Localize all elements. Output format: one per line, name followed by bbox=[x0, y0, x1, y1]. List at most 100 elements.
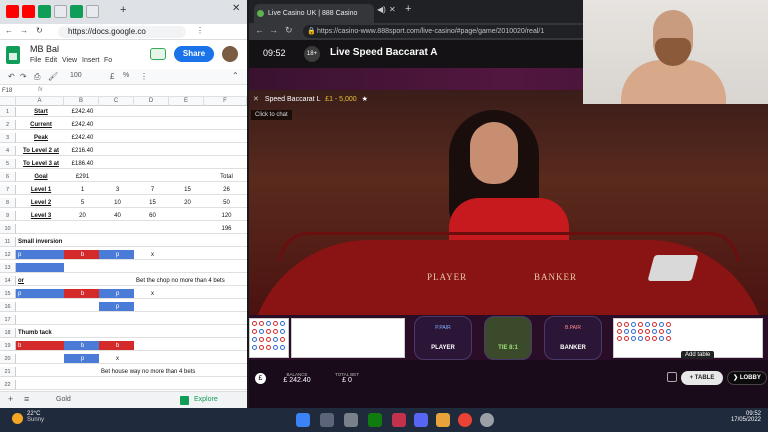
sheet-cell[interactable] bbox=[169, 237, 204, 247]
sheet-cell[interactable] bbox=[204, 289, 247, 299]
more-formats-icon[interactable]: ⋮ bbox=[140, 72, 148, 81]
sheet-cell[interactable]: Total bbox=[204, 172, 247, 182]
zoom-select[interactable]: 100 bbox=[70, 72, 82, 79]
row-header[interactable]: 15 bbox=[0, 289, 16, 299]
reload-icon[interactable]: ↻ bbox=[36, 26, 43, 35]
sheet-cell[interactable] bbox=[204, 354, 247, 364]
new-tab-icon[interactable]: + bbox=[405, 3, 411, 15]
sheet-cell[interactable] bbox=[99, 120, 134, 130]
sheet-cell[interactable] bbox=[204, 159, 247, 169]
row-header[interactable]: 22 bbox=[0, 380, 16, 390]
sheet-cell[interactable] bbox=[204, 120, 247, 130]
sheet-cell[interactable]: To Level 3 at bbox=[16, 159, 64, 169]
sheet-cell[interactable] bbox=[169, 224, 204, 234]
menu-insert[interactable]: Insert bbox=[82, 57, 100, 64]
sheet-cell[interactable] bbox=[169, 263, 204, 273]
sheet-cell[interactable] bbox=[204, 315, 247, 325]
redo-icon[interactable]: ↷ bbox=[20, 72, 27, 81]
name-box[interactable]: F18 bbox=[2, 88, 12, 94]
weather-widget[interactable]: 22°C Sunny bbox=[12, 411, 44, 424]
sheet-cell[interactable] bbox=[99, 380, 134, 390]
task-view-icon[interactable] bbox=[344, 413, 358, 427]
sheet-cell[interactable] bbox=[64, 237, 99, 247]
sheet-cell[interactable]: p bbox=[64, 354, 99, 364]
sheet-cell[interactable] bbox=[64, 367, 99, 377]
sheet-cell[interactable]: p bbox=[99, 289, 134, 299]
sheet-cell[interactable]: 196 bbox=[204, 224, 247, 234]
print-icon[interactable]: ⎙ bbox=[34, 72, 40, 82]
all-sheets-icon[interactable]: ≡ bbox=[24, 394, 29, 404]
sheet-cell[interactable] bbox=[204, 250, 247, 260]
reload-icon[interactable]: ↻ bbox=[285, 25, 293, 36]
sheet-cell[interactable]: b bbox=[64, 250, 99, 260]
row-header[interactable]: 5 bbox=[0, 159, 16, 169]
sheet-cell[interactable] bbox=[99, 146, 134, 156]
right-url-field[interactable]: 🔒 https://casino-www.888sport.com/live-c… bbox=[303, 25, 623, 38]
sheet-cell[interactable]: £242.40 bbox=[64, 133, 99, 143]
sheet-cell[interactable]: p bbox=[99, 302, 134, 312]
row-header[interactable]: 17 bbox=[0, 315, 16, 325]
row-header[interactable]: 1 bbox=[0, 107, 16, 117]
sheet-cell[interactable] bbox=[169, 302, 204, 312]
sheet-cell[interactable]: 1 bbox=[64, 185, 99, 195]
sheet-cell[interactable] bbox=[134, 107, 169, 117]
avatar[interactable] bbox=[222, 46, 238, 62]
sheet-cell[interactable] bbox=[99, 315, 134, 325]
sheet-cell[interactable] bbox=[169, 133, 204, 143]
column-header[interactable]: A bbox=[16, 97, 64, 106]
sheets-tab-icon[interactable] bbox=[38, 5, 51, 18]
sheet-cell[interactable] bbox=[99, 263, 134, 273]
close-tab-icon[interactable] bbox=[54, 5, 67, 18]
sheet-cell[interactable] bbox=[64, 380, 99, 390]
xbox-icon[interactable] bbox=[368, 413, 382, 427]
sheet-cell[interactable]: Bet house way no more than 4 bets bbox=[99, 367, 195, 377]
sheet-cell[interactable]: b bbox=[16, 341, 64, 351]
sheet-cell[interactable] bbox=[99, 276, 134, 286]
row-header[interactable]: 2 bbox=[0, 120, 16, 130]
explore-button[interactable]: Explore bbox=[194, 396, 218, 403]
row-header[interactable]: 4 bbox=[0, 146, 16, 156]
menu-file[interactable]: File bbox=[30, 57, 41, 64]
document-title[interactable]: MB Bal bbox=[30, 44, 59, 54]
sheet-cell[interactable]: £186.40 bbox=[64, 159, 99, 169]
sheet-cell[interactable] bbox=[16, 380, 64, 390]
sheet-cell[interactable] bbox=[134, 315, 169, 325]
row-header[interactable]: 13 bbox=[0, 263, 16, 273]
forward-icon[interactable]: → bbox=[20, 26, 28, 35]
sheet-cell[interactable] bbox=[204, 263, 247, 273]
casino-tab[interactable]: Live Casino UK | 888 Casino bbox=[254, 4, 374, 23]
column-header[interactable]: B bbox=[64, 97, 99, 106]
sheet-cell[interactable] bbox=[169, 354, 204, 364]
sheet-cell[interactable] bbox=[169, 120, 204, 130]
share-button[interactable]: Share bbox=[174, 46, 214, 62]
sheet-cell[interactable] bbox=[169, 341, 204, 351]
search-icon[interactable] bbox=[320, 413, 334, 427]
row-header[interactable]: 7 bbox=[0, 185, 16, 195]
forward-icon[interactable]: → bbox=[269, 25, 278, 35]
left-url-field[interactable]: https://docs.google.co bbox=[58, 26, 186, 38]
extensions-icon[interactable]: ⋮ bbox=[196, 26, 204, 35]
column-header[interactable]: F bbox=[204, 97, 247, 106]
sheet-cell[interactable] bbox=[16, 315, 64, 325]
sheet-cell[interactable]: £242.40 bbox=[64, 120, 99, 130]
sheet-cell[interactable] bbox=[99, 328, 134, 338]
sheet-cell[interactable]: 26 bbox=[204, 185, 247, 195]
sheet-cell[interactable]: To Level 2 at bbox=[16, 146, 64, 156]
discord-icon[interactable] bbox=[414, 413, 428, 427]
sheet-cell[interactable] bbox=[169, 367, 204, 377]
row-header[interactable]: 19 bbox=[0, 341, 16, 351]
sheet-cell[interactable] bbox=[204, 367, 247, 377]
sheet-cell[interactable]: x bbox=[134, 289, 169, 299]
row-header[interactable]: 20 bbox=[0, 354, 16, 364]
row-header[interactable]: 18 bbox=[0, 328, 16, 338]
row-header[interactable]: 3 bbox=[0, 133, 16, 143]
sheet-cell[interactable]: Level 1 bbox=[16, 185, 64, 195]
sheet-cell[interactable] bbox=[99, 172, 134, 182]
sheet-cell[interactable] bbox=[134, 354, 169, 364]
row-header[interactable]: 14 bbox=[0, 276, 16, 286]
back-icon[interactable]: ← bbox=[255, 25, 264, 35]
currency-icon[interactable]: £ bbox=[255, 373, 266, 384]
favorite-star-icon[interactable]: ★ bbox=[362, 96, 368, 103]
sheet-cell[interactable]: 5 bbox=[64, 198, 99, 208]
sheet-cell[interactable]: £216.40 bbox=[64, 146, 99, 156]
